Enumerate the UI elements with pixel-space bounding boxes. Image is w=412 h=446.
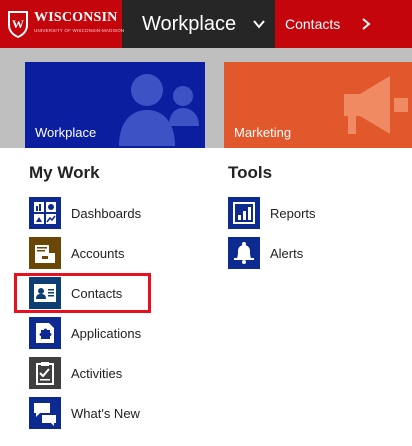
menu-item-reports[interactable]: Reports: [228, 197, 316, 229]
chevron-down-icon: [253, 20, 265, 29]
menu-item-label: Alerts: [270, 245, 304, 261]
workplace-tile[interactable]: Workplace: [25, 62, 205, 148]
bar-chart-icon: [228, 197, 260, 229]
workplace-dropdown-label: Workplace: [142, 12, 237, 35]
chat-bubbles-icon: [29, 397, 61, 429]
menu-item-label: Activities: [71, 365, 123, 381]
clipboard-icon: [29, 357, 61, 389]
marketing-tile[interactable]: Marketing: [224, 62, 412, 148]
dashboard-icon: [29, 197, 61, 229]
university-logo[interactable]: W WISCONSIN UNIVERSITY OF WISCONSIN-MADI…: [0, 0, 125, 48]
breadcrumb-contacts-label: Contacts: [285, 16, 341, 32]
top-navigation-bar: W WISCONSIN UNIVERSITY OF WISCONSIN-MADI…: [0, 0, 412, 48]
breadcrumb-contacts[interactable]: Contacts: [275, 0, 412, 48]
menu-item-applications[interactable]: Applications: [29, 317, 141, 349]
users-icon: [119, 74, 199, 146]
menu-item-alerts[interactable]: Alerts: [228, 237, 303, 269]
area-tiles-band: Workplace Marketing: [0, 48, 412, 148]
crest-icon: W: [8, 11, 28, 38]
menu-item-dashboards[interactable]: Dashboards: [29, 197, 141, 229]
menu-item-label: Applications: [71, 325, 142, 341]
bell-icon: [228, 237, 260, 269]
menu-item-label: Reports: [270, 205, 316, 221]
logo-wordmark: WISCONSIN: [34, 10, 118, 25]
workplace-tile-label: Workplace: [35, 125, 97, 140]
menu-item-activities[interactable]: Activities: [29, 357, 122, 389]
contacts-highlight: [14, 273, 151, 313]
menu-item-whats-new[interactable]: What's New: [29, 397, 140, 429]
megaphone-icon: [344, 76, 408, 134]
menu-item-accounts[interactable]: Accounts: [29, 237, 124, 269]
logo-subtitle: UNIVERSITY OF WISCONSIN-MADISON: [34, 28, 125, 33]
tools-heading: Tools: [228, 163, 273, 182]
svg-text:W: W: [12, 17, 24, 31]
menu-item-label: Dashboards: [71, 205, 142, 221]
menu-item-label: Accounts: [71, 245, 125, 261]
puzzle-icon: [29, 317, 61, 349]
chevron-right-icon: [362, 18, 371, 30]
marketing-tile-label: Marketing: [234, 125, 292, 140]
accounts-icon: [29, 237, 61, 269]
menu-item-label: What's New: [71, 405, 140, 421]
my-work-heading: My Work: [29, 163, 100, 182]
workplace-dropdown[interactable]: Workplace: [122, 0, 275, 48]
